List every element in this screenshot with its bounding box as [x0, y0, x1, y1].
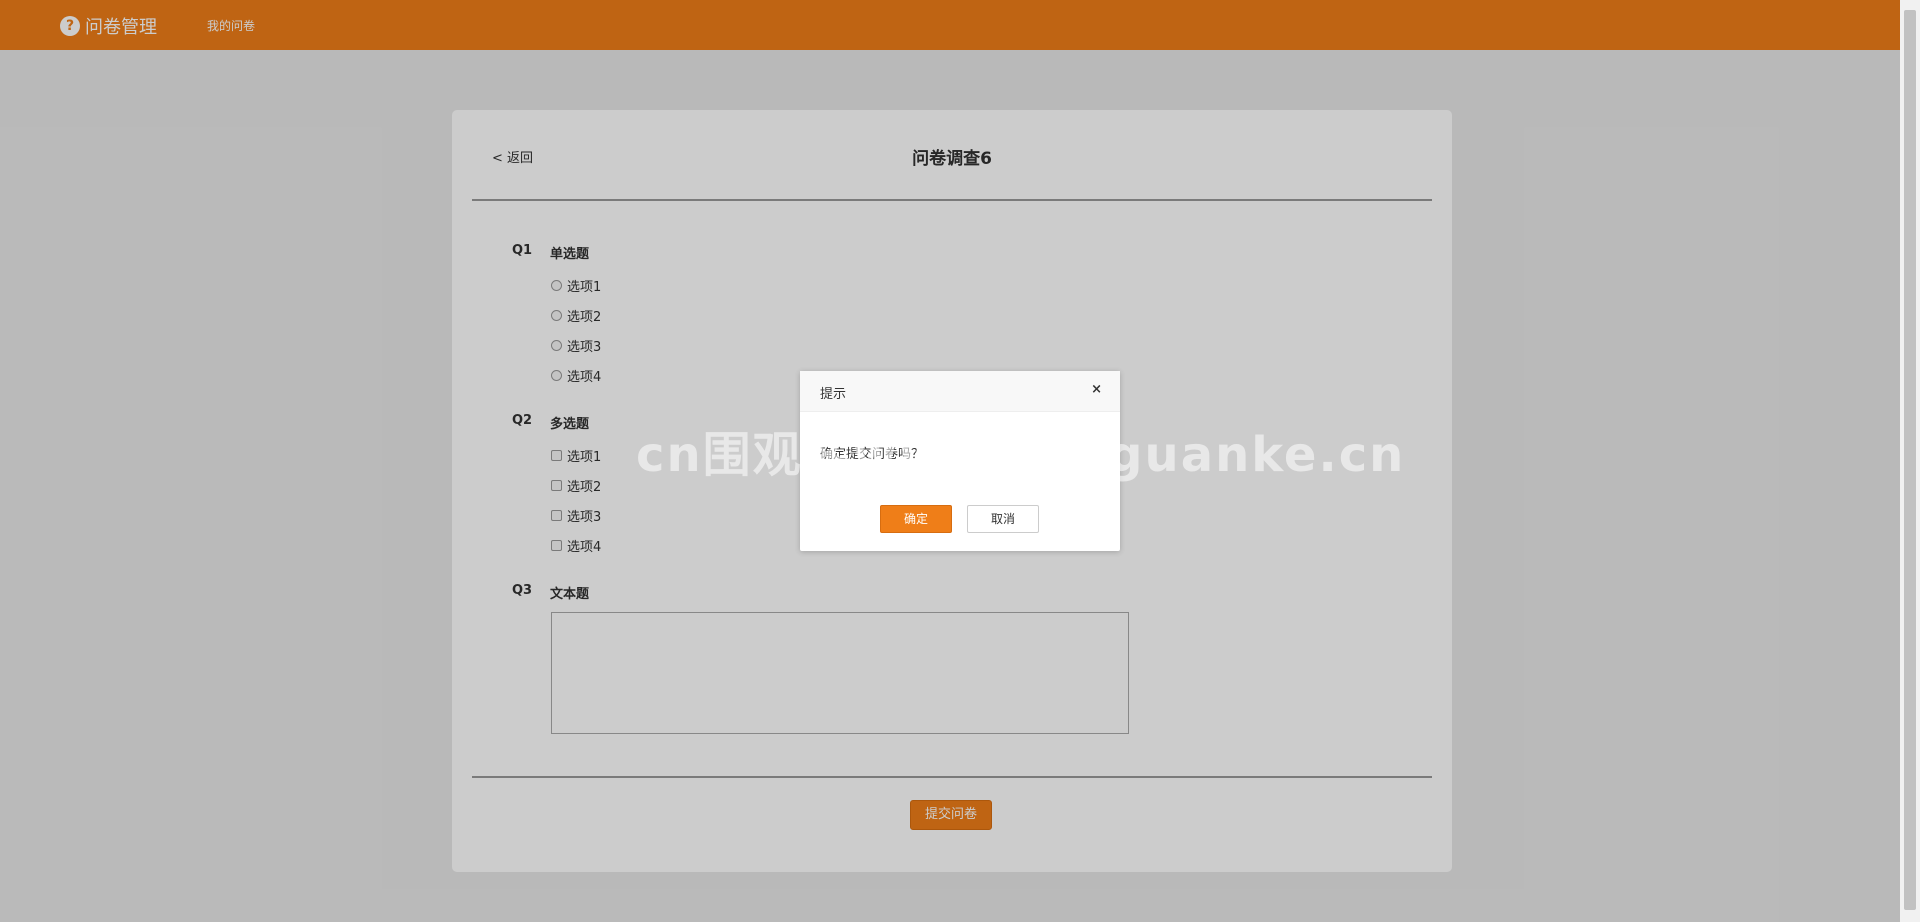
confirm-button[interactable]: 确定 [880, 505, 952, 533]
scrollbar[interactable] [1900, 0, 1920, 922]
confirm-dialog: 提示 × 确定提交问卷吗？ 确定 取消 [800, 371, 1120, 551]
cancel-button[interactable]: 取消 [967, 505, 1039, 533]
close-icon[interactable]: × [1091, 382, 1102, 397]
dialog-title: 提示 [820, 387, 847, 402]
dialog-header: 提示 × [800, 371, 1120, 412]
dialog-message: 确定提交问卷吗？ [820, 447, 925, 462]
scrollbar-thumb[interactable] [1904, 10, 1916, 910]
